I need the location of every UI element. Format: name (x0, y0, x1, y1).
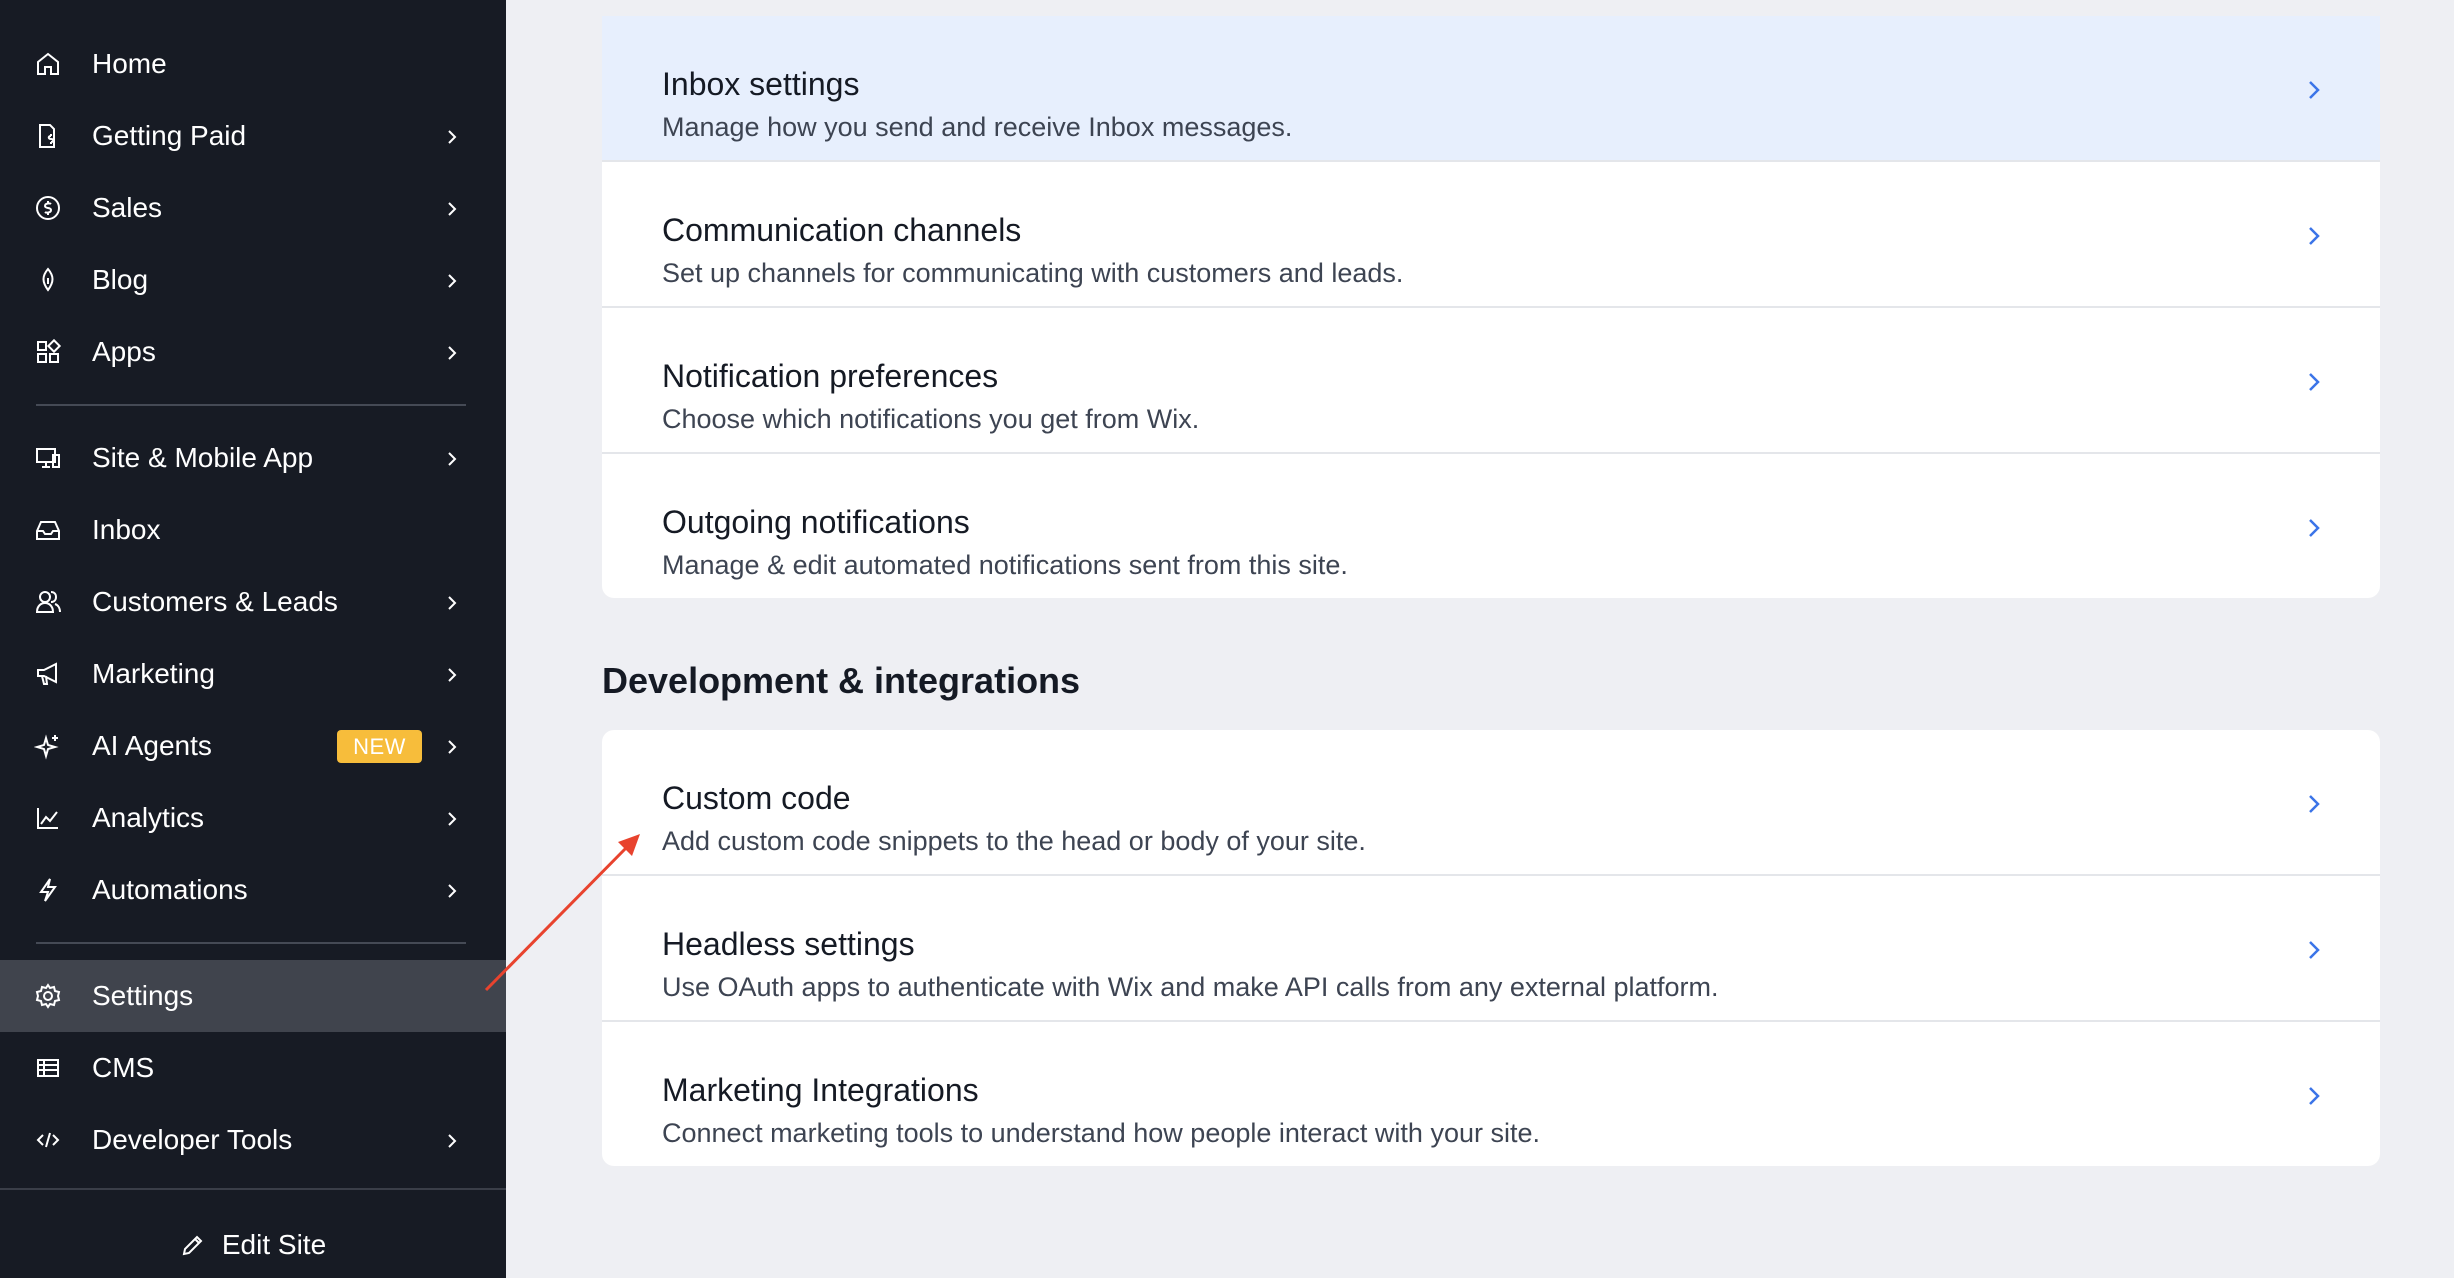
new-badge: NEW (337, 730, 422, 763)
chevron-right-icon (2302, 788, 2326, 820)
sidebar-item-automations[interactable]: Automations (0, 854, 506, 926)
sidebar-bottom-divider (0, 1188, 506, 1190)
sidebar-item-label: Site & Mobile App (92, 442, 314, 473)
sidebar-item-label: Marketing (92, 658, 215, 689)
invoice-icon (34, 122, 62, 150)
settings-row-custom-code[interactable]: Custom code Add custom code snippets to … (602, 730, 2380, 876)
sidebar-item-getting-paid[interactable]: Getting Paid (0, 100, 506, 172)
settings-row-notification-preferences[interactable]: Notification preferences Choose which no… (602, 308, 2380, 454)
sidebar-item-settings[interactable]: Settings (0, 960, 506, 1032)
sidebar-item-marketing[interactable]: Marketing (0, 638, 506, 710)
sidebar-item-label: Inbox (92, 514, 161, 545)
row-title: Notification preferences (662, 358, 999, 394)
sidebar-item-apps[interactable]: Apps (0, 316, 506, 388)
settings-row-communication-channels[interactable]: Communication channels Set up channels f… (602, 162, 2380, 308)
chevron-right-icon (2302, 512, 2326, 544)
row-description: Set up channels for communicating with c… (662, 258, 1404, 288)
sidebar-item-ai-agents[interactable]: AI Agents NEW (0, 710, 506, 782)
row-description: Manage & edit automated notifications se… (662, 550, 1348, 580)
people-icon (34, 588, 62, 616)
sidebar-item-label: Automations (92, 874, 248, 905)
pen-nib-icon (34, 266, 62, 294)
sparkle-icon (34, 732, 62, 760)
messaging-settings-card: Inbox settings Manage how you send and r… (602, 16, 2380, 598)
row-title: Inbox settings (662, 66, 860, 102)
sidebar-item-blog[interactable]: Blog (0, 244, 506, 316)
row-description: Use OAuth apps to authenticate with Wix … (662, 972, 1719, 1002)
settings-row-inbox-settings[interactable]: Inbox settings Manage how you send and r… (602, 16, 2380, 162)
sidebar-item-label: Apps (92, 336, 156, 367)
chevron-right-icon (442, 662, 462, 686)
lightning-icon (34, 876, 62, 904)
sidebar-item-home[interactable]: Home (0, 28, 506, 100)
code-icon (34, 1126, 62, 1154)
settings-row-outgoing-notifications[interactable]: Outgoing notifications Manage & edit aut… (602, 454, 2380, 598)
sidebar-item-sales[interactable]: Sales (0, 172, 506, 244)
row-description: Manage how you send and receive Inbox me… (662, 112, 1293, 142)
megaphone-icon (34, 660, 62, 688)
settings-row-headless-settings[interactable]: Headless settings Use OAuth apps to auth… (602, 876, 2380, 1022)
chevron-right-icon (442, 590, 462, 614)
pencil-icon (182, 1235, 203, 1256)
sidebar-item-label: Getting Paid (92, 120, 247, 151)
chevron-right-icon (2302, 366, 2326, 398)
sidebar-item-label: Analytics (92, 802, 205, 833)
edit-site-label: Edit Site (221, 1229, 327, 1260)
sidebar-item-developer-tools[interactable]: Developer Tools (0, 1104, 506, 1176)
chevron-right-icon (442, 196, 462, 220)
sidebar-item-label: Sales (92, 192, 163, 223)
chevron-right-icon (442, 446, 462, 470)
sidebar: Home Getting Paid Sales Blog Apps Site &… (0, 0, 506, 1278)
edit-site-button[interactable]: Edit Site (0, 1212, 506, 1278)
row-description: Add custom code snippets to the head or … (662, 826, 1366, 856)
chevron-right-icon (442, 878, 462, 902)
row-description: Choose which notifications you get from … (662, 404, 1200, 434)
sidebar-item-label: Developer Tools (92, 1124, 293, 1155)
settings-row-marketing-integrations[interactable]: Marketing Integrations Connect marketing… (602, 1022, 2380, 1166)
chevron-right-icon (442, 1128, 462, 1152)
chevron-right-icon (442, 268, 462, 292)
row-title: Headless settings (662, 926, 915, 962)
chevron-right-icon (442, 124, 462, 148)
home-icon (34, 50, 62, 78)
table-icon (34, 1054, 62, 1082)
sidebar-item-label: Blog (92, 264, 149, 295)
chevron-right-icon (2302, 74, 2326, 106)
section-title-development-integrations: Development & integrations (602, 660, 1081, 701)
gear-icon (34, 982, 62, 1010)
sidebar-item-label: CMS (92, 1052, 155, 1083)
sidebar-divider (36, 404, 466, 406)
row-description: Connect marketing tools to understand ho… (662, 1118, 1540, 1148)
sidebar-item-label: AI Agents (92, 730, 212, 761)
sidebar-divider (36, 942, 466, 944)
apps-icon (34, 338, 62, 366)
chevron-right-icon (442, 340, 462, 364)
chevron-right-icon (2302, 934, 2326, 966)
devices-icon (34, 444, 62, 472)
sidebar-item-label: Customers & Leads (92, 586, 338, 617)
row-title: Custom code (662, 780, 851, 816)
row-title: Outgoing notifications (662, 504, 970, 540)
development-integrations-card: Custom code Add custom code snippets to … (602, 730, 2380, 1166)
dollar-icon (34, 194, 62, 222)
row-title: Communication channels (662, 212, 1022, 248)
sidebar-item-label: Settings (92, 980, 194, 1011)
sidebar-item-analytics[interactable]: Analytics (0, 782, 506, 854)
chevron-right-icon (442, 806, 462, 830)
chevron-right-icon (2302, 1080, 2326, 1112)
row-title: Marketing Integrations (662, 1072, 979, 1108)
chart-icon (34, 804, 62, 832)
sidebar-item-site-mobile-app[interactable]: Site & Mobile App (0, 422, 506, 494)
sidebar-item-cms[interactable]: CMS (0, 1032, 506, 1104)
chevron-right-icon (442, 734, 462, 758)
inbox-icon (34, 516, 62, 544)
sidebar-item-customers-leads[interactable]: Customers & Leads (0, 566, 506, 638)
chevron-right-icon (2302, 220, 2326, 252)
sidebar-item-inbox[interactable]: Inbox (0, 494, 506, 566)
sidebar-item-label: Home (92, 48, 167, 79)
